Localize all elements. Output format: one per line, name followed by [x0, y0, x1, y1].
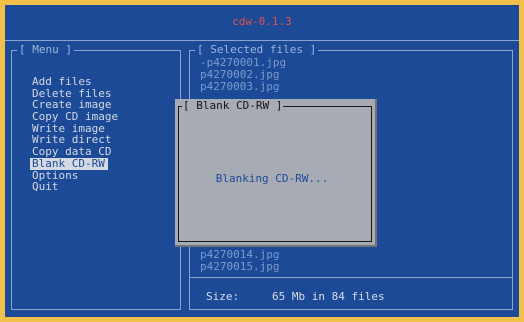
size-divider [190, 277, 512, 278]
file-list-top: -p4270001.jpg p4270002.jpg p4270003.jpg [200, 57, 286, 93]
menu-item-add-files[interactable]: Add files [30, 76, 120, 88]
size-summary: Size: 65 Mb in 84 files [206, 291, 385, 303]
dialog-message: Blanking CD-RW... [215, 172, 329, 185]
file-item[interactable]: p4270015.jpg [200, 261, 279, 273]
title-divider [5, 40, 519, 41]
menu-item-copy-cd-image[interactable]: Copy CD image [30, 111, 120, 123]
menu-panel-title: [ Menu ] [17, 43, 74, 56]
menu-item-quit[interactable]: Quit [30, 181, 120, 193]
terminal-window: cdw-0.1.3 [ Menu ] Add files Delete file… [5, 5, 519, 317]
app-title: cdw-0.1.3 [232, 15, 292, 28]
size-value: 65 Mb in 84 files [272, 290, 385, 303]
size-label: Size: [206, 290, 240, 303]
menu-panel: [ Menu ] Add files Delete files Create i… [11, 44, 181, 310]
files-panel-title: [ Selected files ] [195, 43, 319, 56]
blank-cdrw-dialog: [ Blank CD-RW ] Blanking CD-RW... [175, 99, 377, 247]
file-list-bottom: p4270014.jpg p4270015.jpg [200, 249, 279, 273]
dialog-title: [ Blank CD-RW ] [182, 99, 284, 112]
menu-list: Add files Delete files Create image Copy… [30, 76, 120, 193]
file-item[interactable]: p4270003.jpg [200, 81, 286, 93]
menu-item-blank-cd-rw[interactable]: Blank CD-RW [30, 158, 108, 170]
